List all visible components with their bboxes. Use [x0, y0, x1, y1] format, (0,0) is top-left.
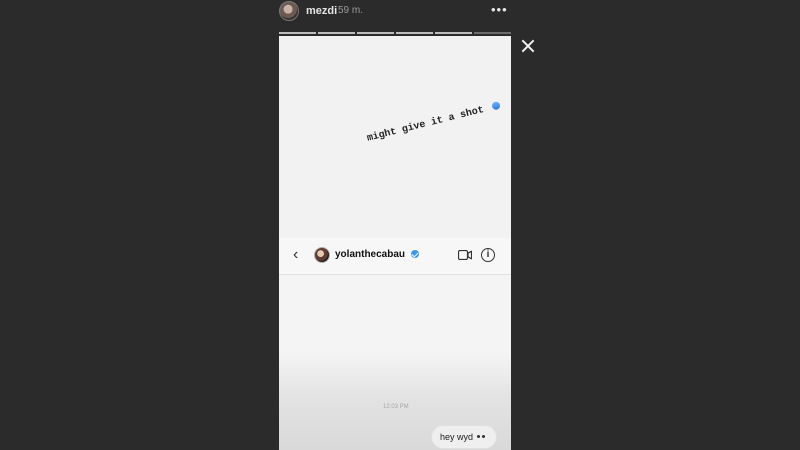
story-viewer: mezdi 59 m. ••• might give it a shot ‹ y…	[279, 0, 511, 450]
dm-username[interactable]: yolanthecabau	[335, 249, 419, 260]
message-bubble[interactable]: hey wyd	[431, 425, 497, 449]
info-icon[interactable]: i	[481, 248, 495, 262]
dm-username-text[interactable]: yolanthecabau	[335, 249, 405, 260]
progress-segment	[435, 32, 472, 34]
emoji-dot	[482, 435, 485, 438]
story-progress-bar	[279, 32, 511, 34]
progress-segment	[318, 32, 355, 34]
close-icon[interactable]	[520, 38, 536, 54]
message-text: hey wyd	[440, 432, 474, 442]
eyes-emoji-icon	[477, 435, 491, 439]
more-horizontal-icon[interactable]: •••	[491, 2, 508, 17]
story-time: 59 m.	[338, 5, 364, 16]
verified-badge-icon	[410, 250, 419, 259]
progress-segment	[474, 32, 511, 34]
blue-heart-emoji-icon	[491, 101, 501, 111]
progress-segment	[396, 32, 433, 34]
emoji-dot	[477, 435, 480, 438]
story-header: mezdi 59 m. •••	[279, 0, 511, 36]
chat-area: 12:03 PM hey wyd	[279, 275, 511, 450]
progress-segment	[279, 32, 316, 34]
caption-text: might give it a shot	[366, 104, 486, 145]
message-timestamp: 12:03 PM	[383, 404, 409, 410]
story-avatar[interactable]	[279, 1, 299, 21]
dm-header: ‹ yolanthecabau i	[279, 238, 511, 275]
progress-segment	[357, 32, 394, 34]
video-call-icon[interactable]	[458, 250, 472, 260]
story-username[interactable]: mezdi	[306, 5, 337, 17]
dm-avatar[interactable]	[314, 247, 330, 263]
story-caption: might give it a shot	[366, 101, 502, 145]
chevron-left-icon[interactable]: ‹	[293, 247, 305, 263]
